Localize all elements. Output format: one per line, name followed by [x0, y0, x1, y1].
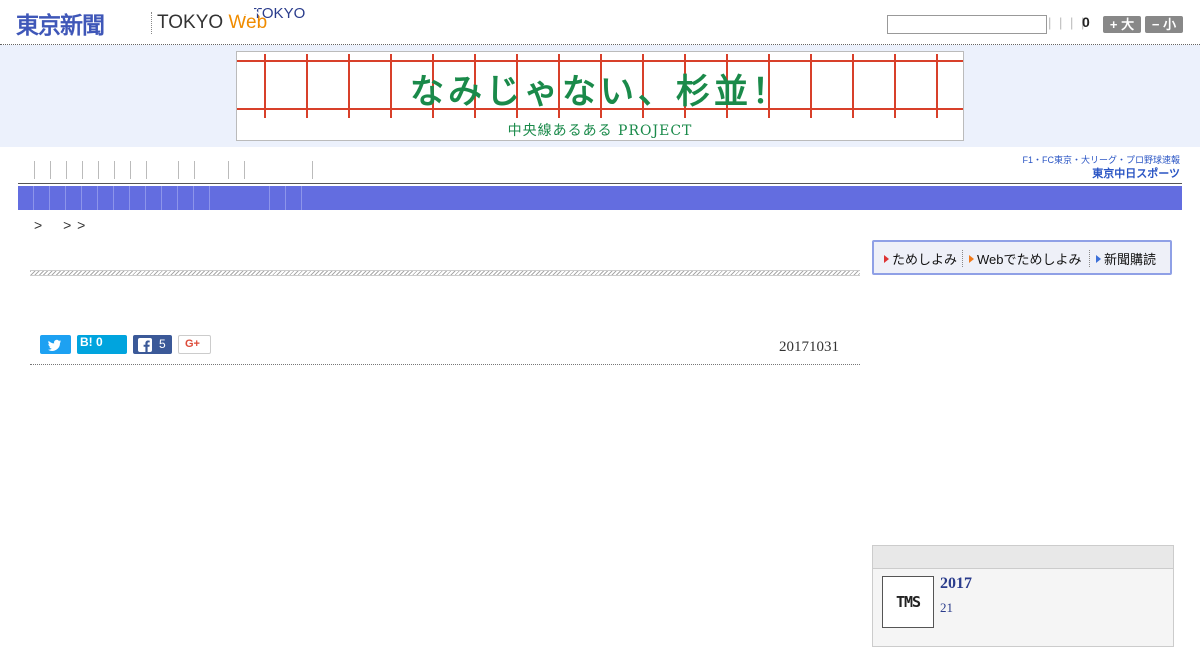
font-size-large-button[interactable]: + 大: [1103, 16, 1141, 33]
web-tameshiyomi-label: Webでためしよみ: [977, 252, 1082, 267]
banner-title: なみじゃない、杉並！: [410, 72, 790, 112]
facebook-share-button[interactable]: 5: [133, 335, 172, 354]
nav-item[interactable]: [82, 161, 83, 179]
header-links: | | | |: [1048, 15, 1087, 30]
site-header: 東京新聞 TOKYO Web | | | | 0 + 大 − 小: [0, 0, 1200, 45]
subnav-item[interactable]: [33, 186, 34, 210]
nav-item[interactable]: [34, 161, 35, 179]
logo-tokyo-text: TOKYO: [157, 12, 224, 33]
tms-thumbnail[interactable]: TMS: [882, 576, 934, 628]
article-date-rule: [30, 364, 860, 365]
subnav-item[interactable]: [129, 186, 130, 210]
nav-item[interactable]: [98, 161, 99, 179]
sidebar-box-day: 21: [940, 600, 953, 615]
nav-item[interactable]: [312, 161, 313, 179]
subnav-item[interactable]: [97, 186, 98, 210]
hatena-bookmark-label: B! 0: [80, 335, 103, 349]
subnav-item[interactable]: [193, 186, 194, 210]
web-tameshiyomi-link[interactable]: Webでためしよみ: [969, 249, 1082, 268]
nav-item[interactable]: [146, 161, 147, 179]
twitter-share-button[interactable]: [40, 335, 71, 354]
facebook-icon: [138, 338, 152, 352]
google-plus-icon: G+: [185, 338, 200, 350]
tameshiyomi-link[interactable]: ためしよみ: [884, 249, 957, 268]
nav-item[interactable]: [66, 161, 67, 179]
arrow-right-icon: [969, 255, 974, 263]
nav-item[interactable]: [178, 161, 179, 179]
hatena-bookmark-button[interactable]: B! 0: [77, 335, 127, 354]
subnav-item[interactable]: [49, 186, 50, 210]
subnav-item[interactable]: [145, 186, 146, 210]
article-title-rule: [30, 270, 860, 276]
twitter-icon: [48, 339, 61, 351]
sidebar-box: TMS 2017 21: [872, 545, 1174, 647]
arrow-right-icon: [1096, 255, 1101, 263]
nav-item[interactable]: [50, 161, 51, 179]
search-input[interactable]: [887, 15, 1047, 34]
breadcrumb[interactable]: > > >: [34, 215, 86, 235]
subnav-item[interactable]: [285, 186, 286, 210]
facebook-share-count: 5: [159, 337, 166, 351]
suginami-banner[interactable]: なみじゃない、杉並！ 中央線あるある PROJECT: [236, 51, 964, 141]
nav-item[interactable]: [114, 161, 115, 179]
subnav-item[interactable]: [161, 186, 162, 210]
tokyo-chunichi-sports-link[interactable]: F1・FC東京・大リーグ・プロ野球速報 東京中日スポーツ: [1022, 153, 1180, 181]
tokyo-shimbun-logo[interactable]: 東京新聞: [16, 6, 105, 40]
subnav-item[interactable]: [177, 186, 178, 210]
subnav-item[interactable]: [301, 186, 302, 210]
tameshiyomi-panel: ためしよみ Webでためしよみ 新聞購読: [872, 240, 1172, 275]
tameshiyomi-label: ためしよみ: [892, 252, 958, 267]
nav-item[interactable]: [228, 161, 229, 179]
primary-nav: [18, 156, 1182, 184]
secondary-nav: [18, 186, 1182, 210]
arrow-right-icon: [884, 255, 889, 263]
nav-item[interactable]: [244, 161, 245, 179]
subnav-item-book[interactable]: BOOK: [218, 3, 261, 20]
subnav-item[interactable]: [209, 186, 210, 210]
subnav-item[interactable]: [269, 186, 270, 210]
banner-subtitle: 中央線あるある PROJECT: [507, 123, 693, 139]
nav-item[interactable]: [194, 161, 195, 179]
subnav-item[interactable]: [65, 186, 66, 210]
counter-value: 0: [1082, 14, 1090, 30]
subscribe-link[interactable]: 新聞購読: [1096, 249, 1156, 268]
tms-label: TMS: [895, 593, 921, 611]
sidebar-box-year[interactable]: 2017: [940, 575, 972, 593]
google-plus-share-button[interactable]: G+: [178, 335, 211, 354]
link-divider: [1089, 250, 1090, 267]
subnav-item[interactable]: [113, 186, 114, 210]
nav-item[interactable]: [130, 161, 131, 179]
chunichi-logo: 東京中日スポーツ: [1092, 168, 1180, 180]
logo-separator: [151, 12, 152, 34]
link-divider: [962, 250, 963, 267]
font-size-small-button[interactable]: − 小: [1145, 16, 1183, 33]
subnav-item[interactable]: [81, 186, 82, 210]
subscribe-label: 新聞購読: [1104, 252, 1157, 267]
article-date: 20171031: [779, 339, 839, 355]
sidebar-box-header: [873, 546, 1173, 569]
